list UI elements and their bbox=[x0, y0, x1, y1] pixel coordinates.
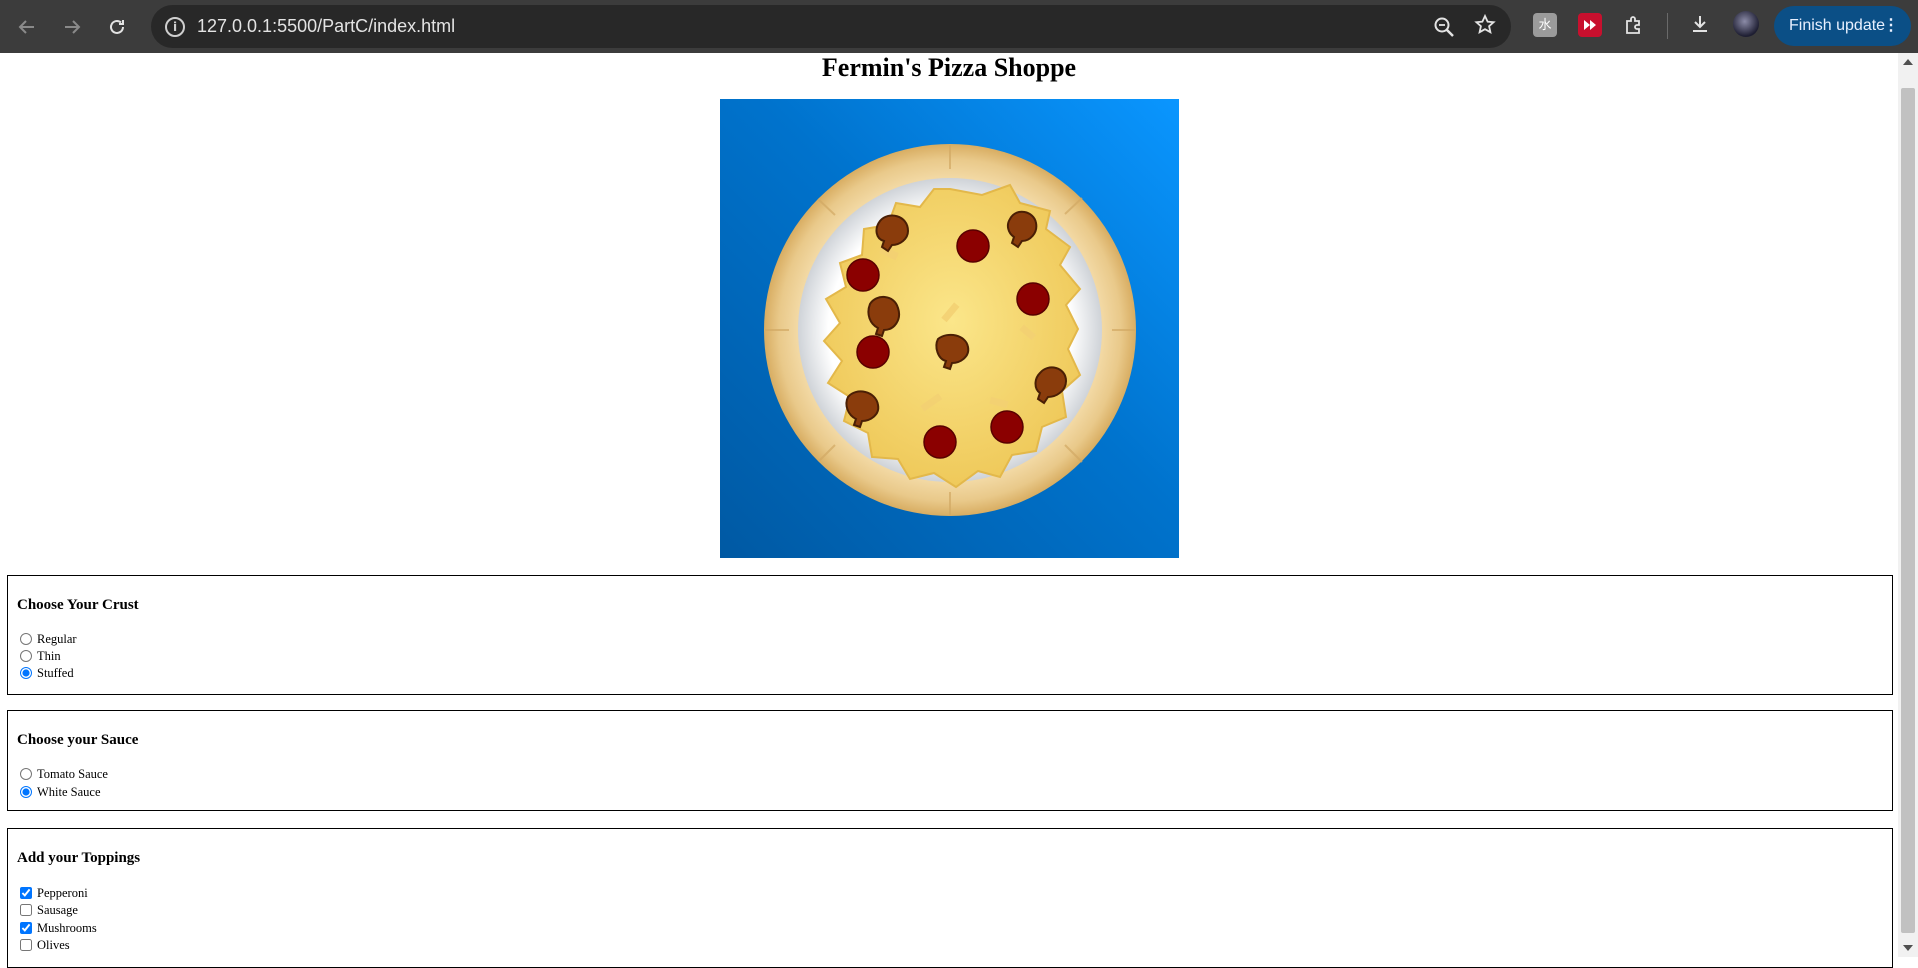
address-bar[interactable]: i 127.0.0.1:5500/PartC/index.html bbox=[151, 5, 1511, 48]
finish-update-button[interactable]: Finish update ⋮ bbox=[1774, 6, 1911, 46]
scroll-down-arrow-icon[interactable] bbox=[1903, 945, 1913, 951]
crust-radio-stuffed[interactable] bbox=[20, 667, 32, 679]
toolbar-divider bbox=[1667, 13, 1668, 39]
toppings-fieldset: Add your Toppings Pepperoni Sausage Mush… bbox=[7, 828, 1893, 968]
reload-icon bbox=[110, 19, 124, 34]
crust-label-thin: Thin bbox=[37, 648, 61, 663]
sauce-label-white: White Sauce bbox=[37, 784, 101, 799]
crust-option-regular[interactable]: Regular bbox=[18, 631, 77, 647]
crust-heading: Choose Your Crust bbox=[17, 597, 139, 613]
topping-checkbox-sausage[interactable] bbox=[20, 904, 32, 916]
topping-option-pepperoni[interactable]: Pepperoni bbox=[18, 885, 88, 901]
topping-option-olives[interactable]: Olives bbox=[18, 937, 70, 953]
crust-option-stuffed[interactable]: Stuffed bbox=[18, 665, 74, 681]
toppings-heading: Add your Toppings bbox=[17, 850, 141, 866]
vertical-scrollbar[interactable] bbox=[1898, 53, 1918, 957]
pizza-image bbox=[720, 99, 1179, 558]
sauce-heading: Choose your Sauce bbox=[17, 732, 139, 748]
crust-fieldset: Choose Your Crust Regular Thin Stuffed bbox=[7, 575, 1893, 695]
reload-button[interactable] bbox=[101, 11, 133, 43]
scrollbar-thumb[interactable] bbox=[1901, 88, 1915, 933]
back-button[interactable] bbox=[11, 11, 43, 43]
url-text[interactable]: 127.0.0.1:5500/PartC/index.html bbox=[197, 16, 455, 37]
extensions-puzzle-icon[interactable] bbox=[1622, 13, 1646, 37]
crust-radio-thin[interactable] bbox=[20, 650, 32, 662]
topping-label-sausage: Sausage bbox=[37, 902, 78, 917]
sauce-option-tomato[interactable]: Tomato Sauce bbox=[18, 766, 108, 782]
extension-icon-1[interactable]: 水 bbox=[1533, 13, 1557, 37]
page-content: Fermin's Pizza Shoppe Choose Your Crust … bbox=[0, 53, 1898, 968]
pizza-graphic bbox=[764, 144, 1136, 516]
sauce-radio-tomato[interactable] bbox=[20, 768, 32, 780]
sauce-radio-white[interactable] bbox=[20, 786, 32, 798]
topping-option-mushrooms[interactable]: Mushrooms bbox=[18, 920, 97, 936]
back-arrow-icon bbox=[18, 20, 34, 34]
fast-forward-icon bbox=[1584, 20, 1596, 30]
crust-radio-regular[interactable] bbox=[20, 633, 32, 645]
finish-update-label: Finish update bbox=[1789, 17, 1886, 34]
profile-avatar[interactable] bbox=[1733, 11, 1759, 37]
topping-checkbox-olives[interactable] bbox=[20, 939, 32, 951]
topping-checkbox-pepperoni[interactable] bbox=[20, 887, 32, 899]
scroll-up-arrow-icon[interactable] bbox=[1903, 59, 1913, 65]
browser-toolbar: i 127.0.0.1:5500/PartC/index.html 水 Fini… bbox=[0, 0, 1918, 53]
zoom-icon[interactable] bbox=[1431, 14, 1457, 40]
downloads-icon[interactable] bbox=[1688, 11, 1712, 43]
topping-checkbox-mushrooms[interactable] bbox=[20, 922, 32, 934]
crust-label-stuffed: Stuffed bbox=[37, 665, 74, 680]
crust-option-thin[interactable]: Thin bbox=[18, 648, 61, 664]
extension-icon-2[interactable] bbox=[1578, 13, 1602, 37]
forward-button[interactable] bbox=[56, 11, 88, 43]
forward-arrow-icon bbox=[65, 20, 81, 34]
topping-label-olives: Olives bbox=[37, 937, 70, 952]
topping-label-pepperoni: Pepperoni bbox=[37, 885, 88, 900]
site-info-icon[interactable]: i bbox=[165, 17, 185, 37]
bookmark-star-icon[interactable] bbox=[1473, 12, 1497, 38]
topping-label-mushrooms: Mushrooms bbox=[37, 920, 97, 935]
more-menu-icon[interactable]: ⋮ bbox=[1883, 6, 1899, 46]
crust-label-regular: Regular bbox=[37, 631, 77, 646]
sauce-label-tomato: Tomato Sauce bbox=[37, 766, 108, 781]
page-title: Fermin's Pizza Shoppe bbox=[821, 53, 1077, 82]
sauce-fieldset: Choose your Sauce Tomato Sauce White Sau… bbox=[7, 710, 1893, 811]
topping-option-sausage[interactable]: Sausage bbox=[18, 902, 78, 918]
sauce-option-white[interactable]: White Sauce bbox=[18, 784, 101, 800]
